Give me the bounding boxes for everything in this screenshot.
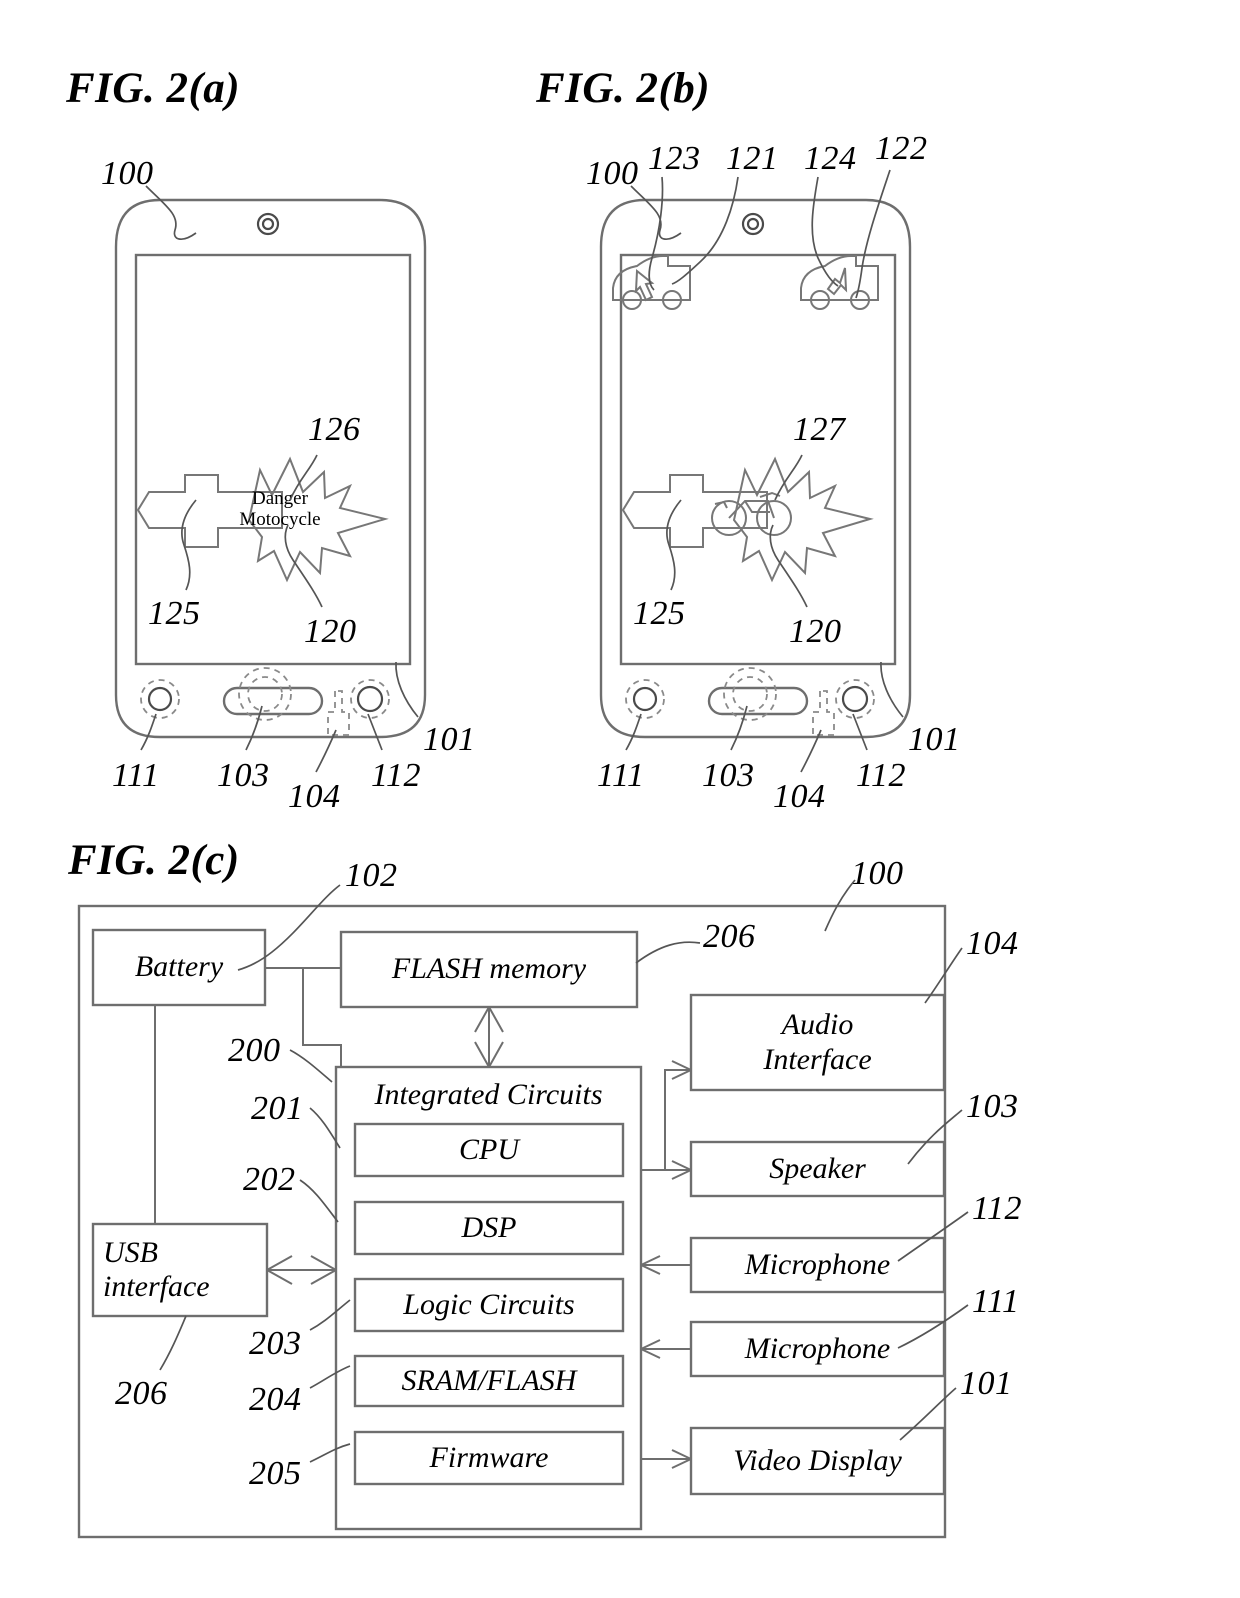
fig-2c-leaders bbox=[159, 879, 969, 1463]
patent-drawing-sheet: FIG. 2(a) Danger Motocycle 100 126 125 1… bbox=[0, 0, 1240, 1598]
